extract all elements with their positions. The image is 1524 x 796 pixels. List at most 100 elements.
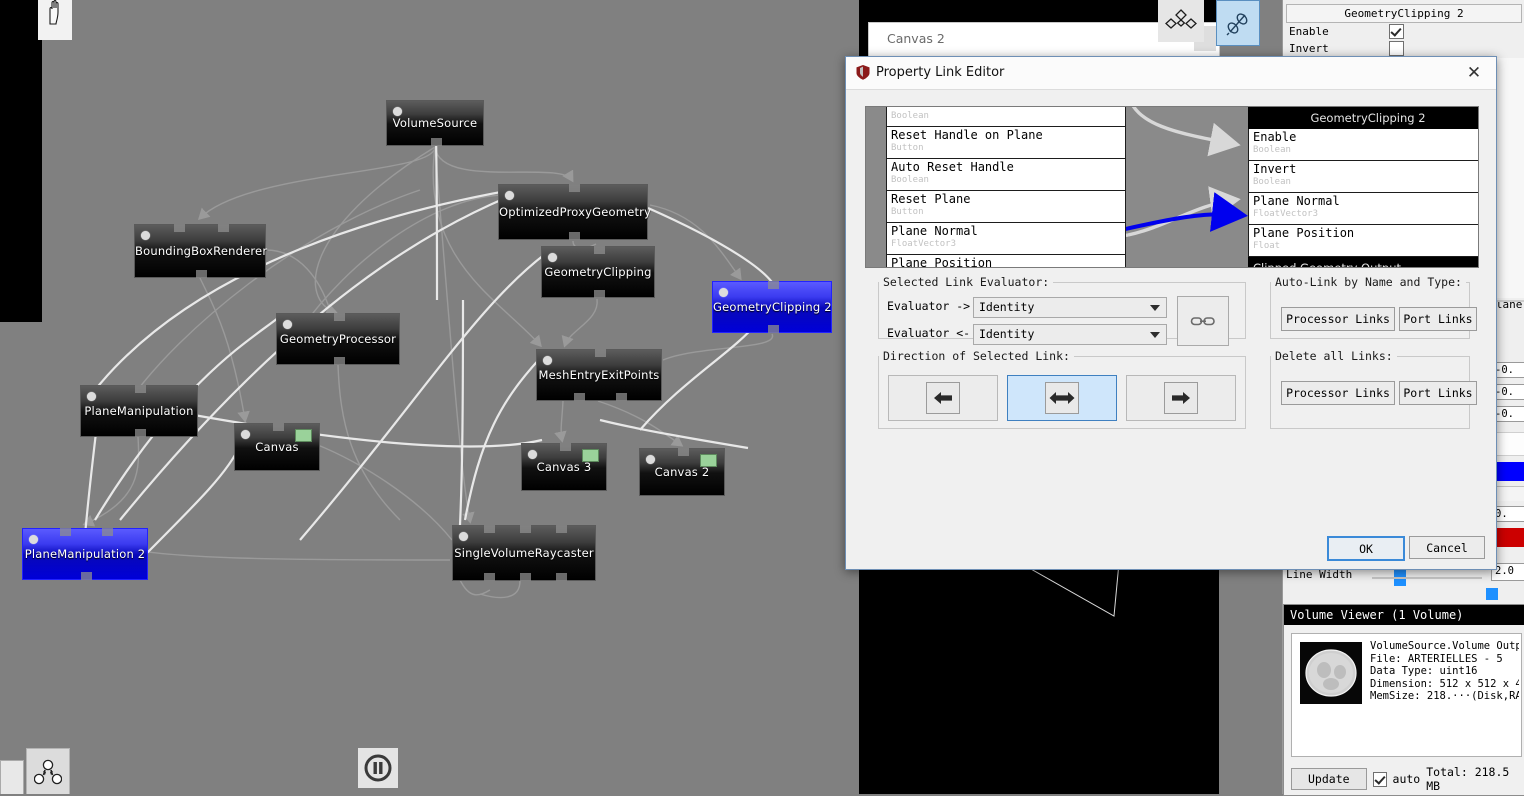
processor-node[interactable]: GeometryClipping — [541, 246, 655, 298]
auto-checkbox[interactable] — [1372, 771, 1387, 787]
node-inport[interactable] — [594, 246, 605, 254]
processor-network-icon[interactable] — [26, 748, 70, 794]
node-outport[interactable] — [81, 572, 92, 580]
left-property-list[interactable]: InvertBooleanReset Handle on PlaneButton… — [886, 107, 1126, 267]
processor-node[interactable]: MeshEntryExitPoints — [536, 349, 662, 401]
sidebar-row-enable[interactable]: Enable — [1283, 23, 1524, 40]
node-outport[interactable] — [574, 393, 585, 401]
property-list-item[interactable]: Plane Normal FloatVector3 — [1248, 193, 1478, 225]
property-list-item[interactable]: Plane PositionFloat — [886, 255, 1126, 267]
dialog-title-bar[interactable]: Property Link Editor ✕ — [846, 57, 1496, 90]
property-list-item[interactable]: Reset Plane Button — [886, 191, 1126, 223]
auto-label: auto — [1392, 772, 1421, 786]
direction-left-button[interactable] — [888, 375, 998, 421]
total-memory-label: Total: 218.5 MB — [1426, 765, 1510, 793]
processor-node[interactable]: BoundingBoxRenderer — [134, 224, 267, 278]
property-list-header[interactable]: Clipped Geometry Output — [1248, 257, 1478, 267]
processor-node[interactable]: PlaneManipulation 2 — [22, 528, 148, 580]
node-outport[interactable] — [196, 270, 207, 278]
node-inport[interactable] — [520, 525, 531, 533]
node-inport[interactable] — [174, 224, 185, 232]
property-list-item[interactable]: InvertBoolean — [1248, 161, 1478, 193]
node-inport[interactable] — [678, 448, 689, 456]
arrow-both-icon — [1045, 382, 1079, 414]
processor-node[interactable]: Canvas — [234, 423, 320, 471]
evaluator-group-legend: Selected Link Evaluator: — [883, 275, 1050, 289]
node-outport[interactable] — [616, 393, 627, 401]
property-list-item[interactable]: InvertBoolean — [886, 107, 1126, 127]
property-list-item[interactable]: Reset Handle on Plane Button — [886, 127, 1126, 159]
node-inport[interactable] — [135, 385, 146, 393]
node-inport[interactable] — [273, 423, 284, 431]
node-inport[interactable] — [60, 528, 71, 536]
node-status-dot — [87, 392, 96, 401]
processor-node[interactable]: VolumeSource — [386, 100, 484, 146]
evaluator-forward-label: Evaluator -> : — [887, 299, 984, 313]
auto-link-processor-links-button[interactable]: Processor Links — [1281, 307, 1395, 331]
property-type: Button — [891, 207, 924, 217]
evaluator-backward-combo[interactable]: Identity — [973, 324, 1167, 345]
node-inport[interactable] — [595, 349, 606, 357]
property-list-header[interactable]: GeometryClipping 2 — [1248, 107, 1478, 129]
pause-button[interactable] — [358, 748, 398, 788]
cancel-button[interactable]: Cancel — [1409, 536, 1485, 559]
processor-node[interactable]: PlaneManipulation — [80, 385, 198, 437]
node-outport[interactable] — [431, 138, 442, 146]
processor-node[interactable]: Canvas 2 — [639, 448, 725, 496]
property-list-item[interactable]: Auto Reset Handle Boolean — [886, 159, 1126, 191]
node-inport[interactable] — [484, 525, 495, 533]
property-name: Plane Position — [1253, 226, 1355, 240]
node-outport[interactable] — [520, 573, 531, 581]
property-link-editor-dialog[interactable]: Property Link Editor ✕ InvertBooleanRese… — [845, 56, 1497, 570]
node-inport[interactable] — [560, 443, 571, 451]
node-inport[interactable] — [569, 184, 580, 192]
delete-port-links-button[interactable]: Port Links — [1399, 381, 1477, 405]
sidebar-label-enable: Enable — [1289, 25, 1329, 38]
node-inport[interactable] — [556, 525, 567, 533]
ok-button[interactable]: OK — [1327, 536, 1405, 561]
processor-node[interactable]: OptimizedProxyGeometry — [498, 184, 651, 240]
node-outport[interactable] — [594, 290, 605, 298]
evaluator-forward-combo[interactable]: Identity — [973, 297, 1167, 318]
volume-viewer-panel[interactable]: Volume Viewer (1 Volume) VolumeSource.Vo… — [1283, 604, 1524, 796]
node-inport[interactable] — [768, 281, 779, 289]
secondary-slider-handle[interactable] — [1486, 588, 1498, 600]
auto-link-port-links-button[interactable]: Port Links — [1399, 307, 1477, 331]
link-tool-icon[interactable] — [1216, 0, 1260, 46]
processor-node[interactable]: Canvas 3 — [521, 443, 607, 491]
node-outport[interactable] — [334, 357, 345, 365]
move-tool-icon[interactable] — [1158, 0, 1204, 42]
node-outport[interactable] — [768, 325, 779, 333]
node-outport[interactable] — [569, 232, 580, 240]
node-inport[interactable] — [102, 528, 113, 536]
invert-checkbox[interactable] — [1389, 41, 1404, 56]
direction-right-button[interactable] — [1126, 375, 1236, 421]
processor-node[interactable]: GeometryProcessor — [276, 313, 400, 365]
update-button[interactable]: Update — [1291, 768, 1367, 790]
property-list-item[interactable]: Plane PositionFloat — [1248, 225, 1478, 257]
node-inport[interactable] — [218, 224, 229, 232]
property-list-item[interactable]: Enable Boolean — [1248, 129, 1478, 161]
right-property-list[interactable]: GeometryClipping 2 Enable Boolean Invert Boo… — [1248, 107, 1478, 267]
chain-link-icon[interactable] — [1177, 296, 1229, 346]
graph-corner-button[interactable] — [0, 760, 24, 794]
selected-link-evaluator-group: Selected Link Evaluator: Evaluator -> : … — [878, 275, 1246, 346]
node-outport[interactable] — [556, 573, 567, 581]
close-icon[interactable]: ✕ — [1462, 62, 1486, 84]
processor-node[interactable]: GeometryClipping 2 — [712, 281, 832, 333]
node-outport[interactable] — [484, 573, 495, 581]
node-inport[interactable] — [334, 313, 345, 321]
link-graph-pane[interactable]: InvertBooleanReset Handle on PlaneButton… — [865, 106, 1479, 268]
enable-checkbox[interactable] — [1389, 24, 1404, 39]
processor-node[interactable]: SingleVolumeRaycaster — [452, 525, 596, 581]
volume-thumbnail[interactable] — [1300, 642, 1362, 704]
processor-network-canvas[interactable]: VolumeSource BoundingBoxRenderer Optimized… — [0, 0, 860, 794]
line-width-slider-track[interactable] — [1372, 577, 1482, 579]
delete-links-group: Delete all Links: Processor Links Port L… — [1270, 349, 1477, 429]
property-list-item[interactable]: Plane Normal FloatVector3 — [886, 223, 1126, 255]
direction-bidirectional-button[interactable] — [1007, 375, 1117, 421]
line-width-row[interactable]: Line Width — [1286, 568, 1486, 586]
sidebar-row-invert[interactable]: Invert — [1283, 40, 1524, 57]
node-outport[interactable] — [135, 429, 146, 437]
delete-processor-links-button[interactable]: Processor Links — [1281, 381, 1395, 405]
